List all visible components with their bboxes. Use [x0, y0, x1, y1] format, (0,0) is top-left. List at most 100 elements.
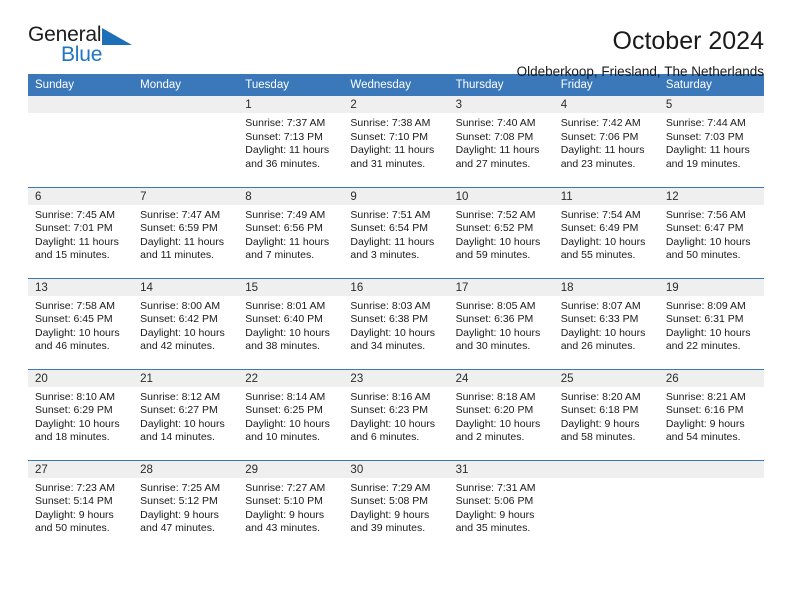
day-number: 8 [238, 187, 344, 205]
sunrise-text: Sunrise: 8:09 AM [665, 299, 746, 312]
sunrise-text: Sunrise: 8:05 AM [455, 299, 536, 312]
day-sun-info: Sunrise: 8:09 AM Sunset: 6:31 PM Daylight:… [659, 296, 764, 354]
day-sun-info: Sunrise: 7:31 AM Sunset: 5:06 PM Daylight:… [449, 478, 554, 536]
day-number: 9 [343, 187, 449, 205]
calendar-day-cell[interactable]: 2 Sunrise: 7:38 AM Sunset: 7:10 PM Daylight… [343, 96, 449, 187]
calendar-grid: Sunday Monday Tuesday Wednesday Thursday… [28, 74, 764, 551]
sunrise-text: Sunrise: 7:42 AM [560, 117, 641, 129]
calendar-day-cell[interactable]: 12 Sunrise: 7:56 AM Sunset: 6:47 PM Dayligh… [658, 186, 764, 278]
daylight-text: Daylight: 10 hours and 6 minutes. [350, 417, 436, 444]
day-number [553, 460, 659, 478]
calendar-day-cell[interactable]: 21 Sunrise: 8:12 AM Sunset: 6:27 PM Dayligh… [133, 368, 239, 460]
calendar-day-cell[interactable]: 10 Sunrise: 7:52 AM Sunset: 6:52 PM Dayligh… [448, 186, 554, 278]
calendar-day-cell[interactable]: 16 Sunrise: 8:03 AM Sunset: 6:38 PM Dayligh… [343, 277, 449, 369]
sunset-text: Sunset: 7:08 PM [455, 130, 534, 143]
calendar-day-cell[interactable]: 4 Sunrise: 7:42 AM Sunset: 7:06 PM Daylight… [553, 96, 659, 187]
calendar-week-row: 13 Sunrise: 7:58 AM Sunset: 6:45 PM Dayligh… [28, 277, 764, 369]
day-sun-info: Sunrise: 7:58 AM Sunset: 6:45 PM Daylight:… [28, 296, 133, 354]
sunset-text: Sunset: 7:06 PM [560, 130, 639, 143]
day-sun-info: Sunrise: 8:05 AM Sunset: 6:36 PM Daylight:… [449, 296, 554, 354]
day-number [133, 96, 239, 113]
day-sun-info: Sunrise: 7:44 AM Sunset: 7:03 PM Daylight:… [659, 113, 764, 171]
calendar-day-cell[interactable]: 17 Sunrise: 8:05 AM Sunset: 6:36 PM Dayligh… [448, 277, 554, 369]
daylight-text: Daylight: 9 hours and 39 minutes. [350, 508, 430, 535]
page-header: General Blue October 2024 Oldeberkoop, F… [28, 0, 764, 80]
calendar-day-cell-empty [133, 96, 239, 187]
calendar-day-cell[interactable]: 13 Sunrise: 7:58 AM Sunset: 6:45 PM Dayligh… [28, 277, 134, 369]
calendar-day-cell[interactable]: 14 Sunrise: 8:00 AM Sunset: 6:42 PM Dayligh… [133, 277, 239, 369]
weekday-header-sunday: Sunday [28, 74, 134, 96]
weekday-header-wednesday: Wednesday [343, 74, 449, 96]
sunset-text: Sunset: 6:16 PM [665, 404, 744, 417]
day-sun-info: Sunrise: 7:23 AM Sunset: 5:14 PM Daylight:… [28, 478, 133, 536]
sunrise-text: Sunrise: 8:12 AM [140, 390, 221, 403]
calendar-day-cell[interactable]: 18 Sunrise: 8:07 AM Sunset: 6:33 PM Dayligh… [553, 277, 659, 369]
sunrise-text: Sunrise: 7:51 AM [350, 208, 431, 221]
calendar-day-cell[interactable]: 30 Sunrise: 7:29 AM Sunset: 5:08 PM Dayligh… [343, 459, 449, 551]
daylight-text: Daylight: 9 hours and 35 minutes. [455, 508, 535, 535]
sunset-text: Sunset: 6:29 PM [35, 404, 113, 417]
sunrise-text: Sunrise: 7:25 AM [140, 481, 221, 494]
sunrise-text: Sunrise: 8:01 AM [245, 299, 326, 312]
daylight-text: Daylight: 10 hours and 18 minutes. [35, 417, 120, 444]
day-sun-info: Sunrise: 8:14 AM Sunset: 6:25 PM Daylight:… [238, 387, 343, 445]
day-number: 1 [238, 96, 344, 113]
day-sun-info: Sunrise: 7:38 AM Sunset: 7:10 PM Daylight:… [343, 113, 448, 171]
calendar-day-cell[interactable]: 7 Sunrise: 7:47 AM Sunset: 6:59 PM Daylight… [133, 186, 239, 278]
daylight-text: Daylight: 10 hours and 46 minutes. [35, 326, 120, 353]
daylight-text: Daylight: 10 hours and 10 minutes. [245, 417, 330, 444]
calendar-day-cell[interactable]: 20 Sunrise: 8:10 AM Sunset: 6:29 PM Dayligh… [28, 368, 134, 460]
day-number: 30 [343, 460, 449, 478]
daylight-text: Daylight: 10 hours and 59 minutes. [455, 235, 541, 262]
day-sun-info: Sunrise: 8:01 AM Sunset: 6:40 PM Daylight:… [238, 296, 343, 354]
sunset-text: Sunset: 6:54 PM [350, 222, 429, 235]
daylight-text: Daylight: 10 hours and 22 minutes. [665, 326, 751, 353]
weekday-header-monday: Monday [133, 74, 239, 96]
calendar-day-cell[interactable]: 28 Sunrise: 7:25 AM Sunset: 5:12 PM Dayligh… [133, 459, 239, 551]
calendar-day-cell[interactable]: 15 Sunrise: 8:01 AM Sunset: 6:40 PM Dayligh… [238, 277, 344, 369]
sunset-text: Sunset: 5:08 PM [350, 495, 429, 508]
calendar-day-cell[interactable]: 1 Sunrise: 7:37 AM Sunset: 7:13 PM Daylight… [238, 96, 344, 187]
day-number: 13 [28, 278, 134, 296]
calendar-day-cell[interactable]: 3 Sunrise: 7:40 AM Sunset: 7:08 PM Daylight… [448, 96, 554, 187]
calendar-day-cell[interactable]: 11 Sunrise: 7:54 AM Sunset: 6:49 PM Dayligh… [553, 186, 659, 278]
calendar-day-cell[interactable]: 29 Sunrise: 7:27 AM Sunset: 5:10 PM Dayligh… [238, 459, 344, 551]
general-blue-logo[interactable]: General Blue [28, 24, 148, 70]
calendar-day-cell[interactable]: 6 Sunrise: 7:45 AM Sunset: 7:01 PM Daylight… [28, 186, 134, 278]
day-sun-info: Sunrise: 8:10 AM Sunset: 6:29 PM Daylight:… [28, 387, 133, 445]
calendar-day-cell[interactable]: 26 Sunrise: 8:21 AM Sunset: 6:16 PM Dayligh… [658, 368, 764, 460]
sunrise-text: Sunrise: 7:38 AM [350, 117, 431, 129]
day-sun-info: Sunrise: 8:00 AM Sunset: 6:42 PM Daylight:… [133, 296, 238, 354]
calendar-day-cell[interactable]: 9 Sunrise: 7:51 AM Sunset: 6:54 PM Daylight… [343, 186, 449, 278]
calendar-day-cell-empty [553, 459, 659, 551]
daylight-text: Daylight: 11 hours and 36 minutes. [245, 144, 330, 170]
day-number: 5 [658, 96, 764, 113]
calendar-day-cell[interactable]: 31 Sunrise: 7:31 AM Sunset: 5:06 PM Dayligh… [448, 459, 554, 551]
day-number: 18 [553, 278, 659, 296]
day-number: 28 [133, 460, 239, 478]
sunset-text: Sunset: 6:40 PM [245, 313, 323, 326]
day-number: 10 [448, 187, 554, 205]
sunrise-text: Sunrise: 8:16 AM [350, 390, 431, 403]
day-number: 24 [448, 369, 554, 387]
calendar-day-cell[interactable]: 25 Sunrise: 8:20 AM Sunset: 6:18 PM Dayligh… [553, 368, 659, 460]
sunrise-text: Sunrise: 8:07 AM [560, 299, 641, 312]
calendar-day-cell[interactable]: 27 Sunrise: 7:23 AM Sunset: 5:14 PM Dayligh… [28, 459, 134, 551]
day-sun-info: Sunrise: 7:54 AM Sunset: 6:49 PM Daylight:… [554, 205, 659, 263]
day-sun-info: Sunrise: 7:56 AM Sunset: 6:47 PM Daylight:… [659, 205, 764, 263]
calendar-day-cell[interactable]: 23 Sunrise: 8:16 AM Sunset: 6:23 PM Dayligh… [343, 368, 449, 460]
daylight-text: Daylight: 10 hours and 2 minutes. [455, 417, 541, 444]
sunset-text: Sunset: 6:27 PM [140, 404, 218, 417]
calendar-day-cell[interactable]: 24 Sunrise: 8:18 AM Sunset: 6:20 PM Dayligh… [448, 368, 554, 460]
daylight-text: Daylight: 10 hours and 14 minutes. [140, 417, 225, 444]
calendar-week-row: 1 Sunrise: 7:37 AM Sunset: 7:13 PM Daylight… [28, 96, 764, 187]
calendar-day-cell[interactable]: 22 Sunrise: 8:14 AM Sunset: 6:25 PM Dayligh… [238, 368, 344, 460]
day-number: 7 [133, 187, 239, 205]
calendar-day-cell[interactable]: 8 Sunrise: 7:49 AM Sunset: 6:56 PM Daylight… [238, 186, 344, 278]
day-number: 23 [343, 369, 449, 387]
calendar-day-cell[interactable]: 19 Sunrise: 8:09 AM Sunset: 6:31 PM Dayligh… [658, 277, 764, 369]
daylight-text: Daylight: 10 hours and 50 minutes. [665, 235, 751, 262]
day-number: 25 [553, 369, 659, 387]
calendar-week-row: 27 Sunrise: 7:23 AM Sunset: 5:14 PM Dayligh… [28, 459, 764, 551]
calendar-day-cell[interactable]: 5 Sunrise: 7:44 AM Sunset: 7:03 PM Daylight… [658, 96, 764, 187]
